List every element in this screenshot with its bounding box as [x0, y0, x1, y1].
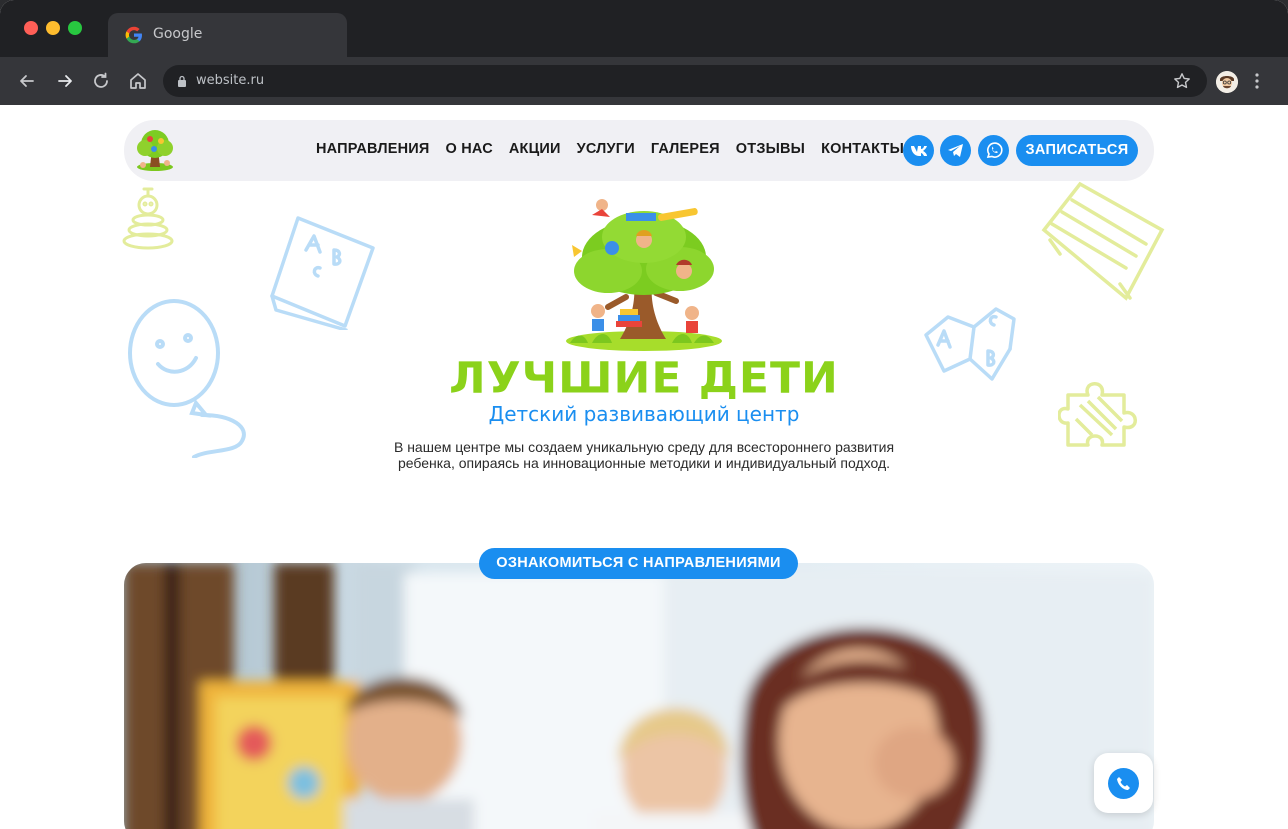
brand-title: ЛУЧШИЕ ДЕТИ: [449, 353, 839, 404]
ring-stacker-doodle-icon: [122, 187, 174, 250]
minimize-window-button[interactable]: [46, 21, 60, 35]
browser-titlebar: Google: [0, 0, 1288, 57]
close-window-button[interactable]: [24, 21, 38, 35]
brand-subtitle: Детский развивающий центр: [488, 402, 800, 426]
whatsapp-icon: [986, 141, 1003, 158]
abacus-doodle-icon: [1041, 181, 1165, 301]
address-bar[interactable]: website.ru: [163, 65, 1207, 97]
nav-item-services[interactable]: УСЛУГИ: [577, 141, 635, 157]
site-logo[interactable]: [134, 127, 176, 173]
tab-title: Google: [153, 26, 203, 42]
maximize-window-button[interactable]: [68, 21, 82, 35]
reload-icon[interactable]: [90, 70, 112, 92]
site-header: НАПРАВЛЕНИЯ О НАС АКЦИИ УСЛУГИ ГАЛЕРЕЯ О…: [124, 120, 1154, 181]
directions-cta-button[interactable]: ОЗНАКОМИТЬСЯ С НАПРАВЛЕНИЯМИ: [479, 548, 798, 579]
google-icon: [125, 26, 142, 44]
children-studying-photo: [124, 563, 1154, 829]
tree-logo-illustration: [566, 199, 722, 351]
browser-window: Google website.ru НАПРАВЛЕНИЯ О НАС АКЦИ…: [0, 0, 1288, 829]
main-nav: НАПРАВЛЕНИЯ О НАС АКЦИИ УСЛУГИ ГАЛЕРЕЯ О…: [316, 141, 904, 157]
nav-item-reviews[interactable]: ОТЗЫВЫ: [736, 141, 805, 157]
hero-description-line: ребенка, опираясь на инновационные метод…: [397, 455, 891, 471]
home-icon[interactable]: [127, 70, 149, 92]
nav-item-gallery[interactable]: ГАЛЕРЕЯ: [651, 141, 720, 157]
browser-menu-icon[interactable]: [1249, 71, 1265, 91]
phone-icon: [1116, 776, 1130, 790]
signup-button[interactable]: ЗАПИСАТЬСЯ: [1016, 135, 1138, 166]
browser-tab[interactable]: Google: [108, 13, 347, 57]
hero-description: В нашем центре мы создаем уникальную сре…: [344, 439, 944, 471]
url-text: website.ru: [196, 73, 265, 88]
nav-item-contacts[interactable]: КОНТАКТЫ: [821, 141, 904, 157]
call-widget-button[interactable]: [1094, 753, 1153, 813]
whatsapp-button[interactable]: [978, 135, 1009, 166]
bookmark-star-icon[interactable]: [1173, 72, 1191, 90]
nav-item-directions[interactable]: НАПРАВЛЕНИЯ: [316, 141, 430, 157]
telegram-button[interactable]: [940, 135, 971, 166]
lock-icon: [178, 75, 186, 87]
telegram-icon: [948, 144, 963, 157]
forward-icon[interactable]: [54, 70, 76, 92]
back-icon[interactable]: [16, 70, 38, 92]
vk-button[interactable]: [903, 135, 934, 166]
avatar-face-icon: [1216, 71, 1238, 93]
browser-toolbar: website.ru: [0, 57, 1288, 105]
abc-book-doodle-icon: [270, 216, 375, 330]
hero-description-line: В нашем центре мы создаем уникальную сре…: [393, 439, 895, 455]
call-widget-inner: [1108, 768, 1139, 799]
web-page: НАПРАВЛЕНИЯ О НАС АКЦИИ УСЛУГИ ГАЛЕРЕЯ О…: [0, 105, 1288, 829]
nav-item-promotions[interactable]: АКЦИИ: [509, 141, 561, 157]
nav-item-about[interactable]: О НАС: [446, 141, 493, 157]
profile-avatar[interactable]: [1216, 71, 1238, 93]
vk-icon: [910, 145, 927, 156]
hero-photo: [124, 563, 1154, 829]
